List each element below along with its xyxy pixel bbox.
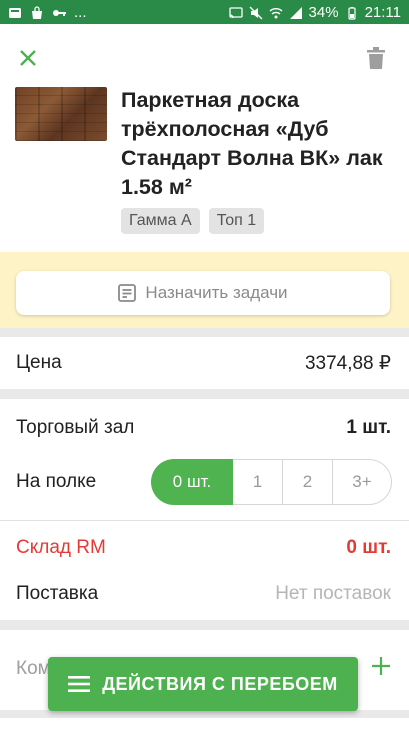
- interruption-actions-label: ДЕЙСТВИЯ С ПЕРЕБОЕМ: [102, 673, 338, 694]
- signal-icon: [289, 6, 303, 19]
- stock-divider: [0, 520, 409, 521]
- status-right: 34% 21:11: [228, 3, 401, 21]
- price-label: Цена: [16, 352, 62, 373]
- product-header: Паркетная доска трёхполосная «Дуб Станда…: [0, 24, 409, 252]
- price-row: Цена 3374,88 ₽: [16, 337, 391, 389]
- shopping-bag-icon: [30, 6, 44, 19]
- status-bar: ... 34% 21:11: [0, 0, 409, 24]
- add-comment-button[interactable]: [371, 656, 391, 682]
- close-icon: [20, 50, 36, 66]
- status-more: ...: [74, 3, 87, 21]
- shelf-quantity-selector: 0 шт. 1 2 3+: [151, 459, 392, 505]
- warehouse-label: Склад RM: [16, 537, 106, 558]
- delete-button[interactable]: [362, 44, 390, 72]
- close-button[interactable]: [14, 44, 42, 72]
- shelf-row: На полке: [16, 465, 96, 499]
- product-title: Паркетная доска трёхполосная «Дуб Станда…: [121, 88, 383, 199]
- shelf-option-2[interactable]: 2: [283, 459, 333, 505]
- product-tags: Гамма А Топ 1: [121, 208, 265, 234]
- sales-floor-label: Торговый зал: [16, 417, 135, 438]
- wifi-icon: [269, 6, 283, 19]
- add-icon: [372, 657, 390, 675]
- battery-icon: [345, 6, 359, 20]
- shelf-option-1[interactable]: 1: [233, 459, 283, 505]
- status-left: ...: [8, 4, 87, 21]
- task-band: Назначить задачи: [0, 252, 409, 328]
- status-time: 21:11: [364, 3, 401, 21]
- bottom-strip: [0, 718, 409, 732]
- assign-tasks-button[interactable]: Назначить задачи: [16, 271, 390, 315]
- shelf-option-3plus[interactable]: 3+: [333, 459, 392, 505]
- warehouse-value: 0 шт.: [346, 537, 391, 558]
- price-section: Цена 3374,88 ₽: [0, 337, 409, 389]
- mute-icon: [249, 6, 263, 20]
- battery-percent: 34%: [308, 3, 339, 21]
- menu-icon: [68, 676, 91, 692]
- key-icon: [52, 6, 66, 18]
- assign-tasks-label: Назначить задачи: [145, 283, 288, 302]
- delivery-label: Поставка: [16, 583, 99, 604]
- tag-gamma: Гамма А: [121, 208, 200, 234]
- product-image: [15, 87, 107, 141]
- task-list-icon: [118, 284, 137, 302]
- tag-top: Топ 1: [208, 208, 265, 234]
- sales-floor-value: 1 шт.: [346, 417, 391, 438]
- price-value: 3374,88 ₽: [304, 352, 391, 374]
- shelf-label: На полке: [16, 471, 97, 492]
- interruption-actions-button[interactable]: ДЕЙСТВИЯ С ПЕРЕБОЕМ: [48, 657, 358, 711]
- comment-label: Ком: [16, 658, 51, 679]
- shelf-option-0[interactable]: 0 шт.: [151, 459, 233, 505]
- sales-floor-row: Торговый зал 1 шт.: [16, 411, 391, 445]
- notification-box-icon: [8, 6, 22, 18]
- delivery-value: Нет поставок: [275, 583, 391, 604]
- cast-icon: [228, 6, 243, 19]
- trash-icon: [367, 47, 385, 69]
- warehouse-row: Склад RM 0 шт.: [16, 531, 391, 565]
- delivery-row: Поставка Нет поставок: [16, 577, 391, 611]
- stock-section: Торговый зал 1 шт. На полке 0 шт. 1 2 3+…: [0, 399, 409, 620]
